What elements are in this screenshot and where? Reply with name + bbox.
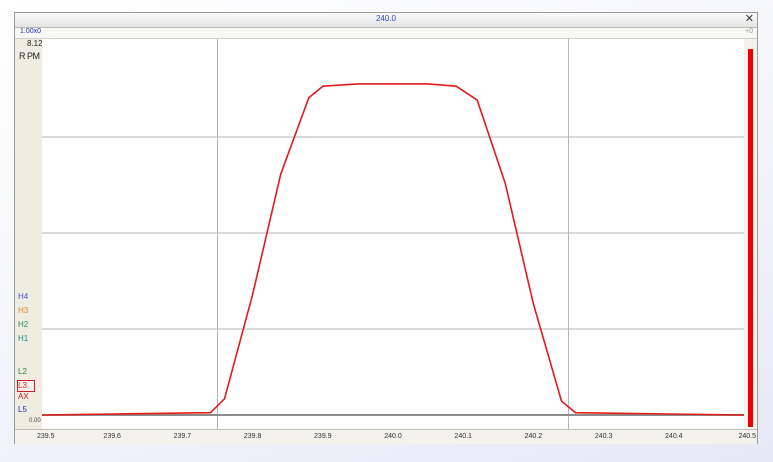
series-point	[252, 294, 254, 296]
x-tick-label: 239.9	[314, 433, 332, 440]
series-point	[223, 398, 226, 400]
marker-h2[interactable]: H2	[18, 320, 38, 330]
x-tick-label: 239.7	[173, 433, 192, 440]
series-point	[280, 173, 282, 175]
close-icon[interactable]: ✕	[745, 12, 754, 25]
series-point	[322, 85, 324, 87]
y-axis-panel: 8.12 R PM H4 H3 H2 H1 L2 L3 AX L5 0.00	[15, 39, 43, 429]
series-point	[476, 99, 478, 101]
title-bar: 240.0 ✕	[15, 12, 757, 28]
y-min-label: 0.00	[29, 418, 41, 424]
x-tick-label: 240.0	[384, 433, 402, 440]
series-point	[427, 83, 429, 85]
series-point	[560, 400, 563, 402]
x-tick-label: 240.3	[594, 433, 613, 440]
marker-ax[interactable]: AX	[18, 392, 38, 402]
window-title: 240.0	[375, 14, 397, 23]
zoom-label[interactable]: 1.00x0	[20, 28, 41, 35]
right-marker: +0	[745, 28, 753, 35]
x-tick-label: 240.4	[665, 433, 683, 440]
series-point	[209, 412, 212, 414]
x-tick-label: 240.2	[524, 433, 543, 440]
series-point	[308, 97, 310, 99]
chart-window: 240.0 ✕ 1.00x0 +0 8.12 R PM H4 H3 H2 H1 L2 L3…	[14, 12, 758, 444]
marker-l5[interactable]: L5	[18, 405, 38, 415]
zoom-bar: 1.00x0 +0	[15, 28, 757, 39]
rpm-line-chart	[42, 39, 744, 429]
y-max-label: 8.12	[27, 39, 43, 48]
series-point	[504, 182, 506, 185]
x-tick-label: 239.5	[37, 433, 55, 440]
plot-area[interactable]	[42, 39, 744, 429]
x-tick-label: 240.5	[738, 433, 756, 440]
marker-h1[interactable]: H1	[18, 334, 38, 344]
y-axis-label: R PM	[19, 51, 40, 61]
series-point	[357, 83, 359, 85]
x-tick-label: 239.8	[243, 433, 262, 440]
x-axis: 239.5 239.6 239.7 239.8 239.9 240.0 240.1 240.2…	[15, 429, 757, 444]
marker-h3[interactable]: H3	[18, 306, 38, 316]
series-point	[392, 83, 394, 85]
series-point	[455, 85, 457, 87]
plot-background	[42, 39, 744, 429]
x-tick-label: 239.6	[103, 433, 121, 440]
series-point	[532, 303, 534, 305]
marker-l2[interactable]: L2	[18, 367, 38, 377]
position-scroll-bar[interactable]	[748, 49, 753, 427]
series-point	[574, 412, 577, 414]
marker-h4[interactable]: H4	[18, 292, 38, 302]
x-tick-label: 240.1	[454, 433, 472, 440]
marker-l3[interactable]: L3	[17, 380, 35, 392]
